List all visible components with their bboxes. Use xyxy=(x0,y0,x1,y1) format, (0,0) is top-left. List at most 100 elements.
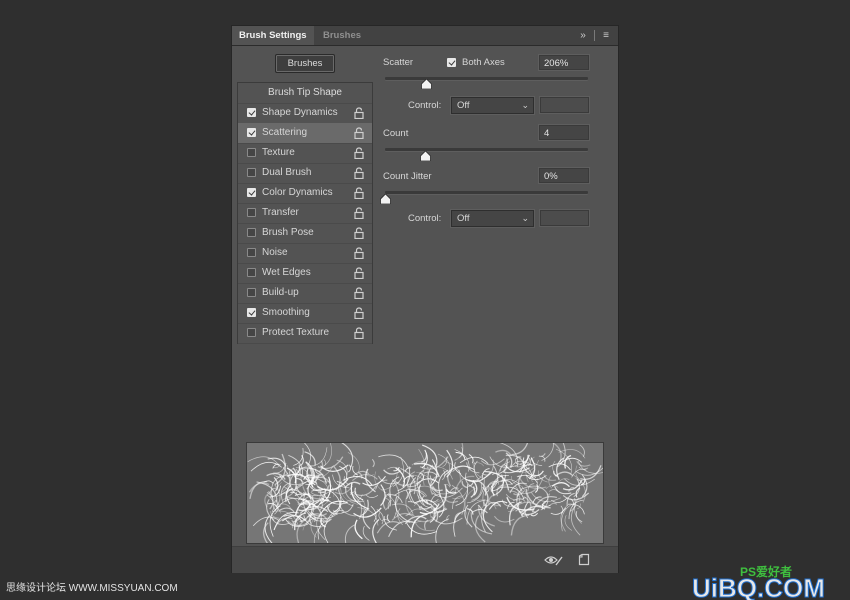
create-new-preset-icon[interactable] xyxy=(578,553,590,566)
hamburger-menu-icon[interactable]: ≡ xyxy=(599,29,613,42)
option-checkbox[interactable] xyxy=(247,128,256,137)
brush-hair-stroke xyxy=(386,514,391,523)
brush-hair-stroke xyxy=(296,518,308,547)
lock-icon[interactable] xyxy=(353,267,365,279)
brush-hair-stroke xyxy=(493,515,515,523)
option-label: Transfer xyxy=(262,207,299,218)
brush-hair-stroke xyxy=(564,515,573,531)
jitter-control-label: Control: xyxy=(408,213,442,224)
count-slider-thumb[interactable] xyxy=(420,151,431,161)
option-checkbox[interactable] xyxy=(247,248,256,257)
list-item-noise[interactable]: Noise xyxy=(238,243,372,264)
lock-icon[interactable] xyxy=(353,107,365,119)
watermark-left: 思缘设计论坛 WWW.MISSYUAN.COM xyxy=(6,583,178,594)
brush-stroke-preview xyxy=(246,431,606,553)
brushes-button[interactable]: Brushes xyxy=(275,54,335,73)
list-item-transfer[interactable]: Transfer xyxy=(238,203,372,224)
lock-icon[interactable] xyxy=(353,327,365,339)
list-item-brush-pose[interactable]: Brush Pose xyxy=(238,223,372,244)
lock-icon[interactable] xyxy=(353,127,365,139)
tab-brushes[interactable]: Brushes xyxy=(316,26,368,45)
jitter-control-extra-field[interactable] xyxy=(540,210,589,226)
list-item-wet-edges[interactable]: Wet Edges xyxy=(238,263,372,284)
list-item-dual-brush[interactable]: Dual Brush xyxy=(238,163,372,184)
brush-hair-stroke xyxy=(344,524,355,550)
scatter-slider-track[interactable] xyxy=(385,77,588,80)
brush-hair-stroke xyxy=(453,509,466,537)
lock-icon[interactable] xyxy=(353,287,365,299)
count-jitter-slider-thumb[interactable] xyxy=(379,194,391,204)
brush-hair-stroke xyxy=(511,434,530,456)
brush-hair-stroke xyxy=(447,466,454,487)
scatter-slider-thumb[interactable] xyxy=(421,79,433,89)
visibility-toggle-icon[interactable] xyxy=(544,554,564,566)
option-label: Noise xyxy=(262,247,288,258)
option-checkbox[interactable] xyxy=(247,328,256,337)
lock-icon[interactable] xyxy=(353,247,365,259)
brush-hair-stroke xyxy=(527,477,538,494)
scatter-control-extra-field[interactable] xyxy=(540,97,589,113)
list-item-smoothing[interactable]: Smoothing xyxy=(238,303,372,324)
count-label: Count xyxy=(383,128,409,139)
brush-hair-stroke xyxy=(468,453,474,464)
brush-tip-shape-item[interactable]: Brush Tip Shape xyxy=(238,83,372,104)
brush-hair-stroke xyxy=(549,489,558,492)
brush-hair-stroke xyxy=(293,447,304,466)
option-checkbox[interactable] xyxy=(247,268,256,277)
lock-icon[interactable] xyxy=(353,207,365,219)
list-item-shape-dynamics[interactable]: Shape Dynamics xyxy=(238,103,372,124)
count-slider-track[interactable] xyxy=(385,148,588,151)
tab-brush-settings[interactable]: Brush Settings xyxy=(232,26,314,45)
list-item-protect-texture[interactable]: Protect Texture xyxy=(238,323,372,344)
scatter-control-dropdown[interactable]: Off ⌄ xyxy=(451,97,534,114)
option-checkbox[interactable] xyxy=(247,148,256,157)
option-label: Brush Pose xyxy=(262,227,314,238)
lock-icon[interactable] xyxy=(353,227,365,239)
brush-hair-stroke xyxy=(250,461,282,472)
option-label: Protect Texture xyxy=(262,327,330,338)
panel-footer xyxy=(232,546,618,573)
lock-icon[interactable] xyxy=(353,167,365,179)
option-label: Dual Brush xyxy=(262,167,312,178)
scatter-value-field[interactable]: 206% xyxy=(539,55,589,70)
list-item-build-up[interactable]: Build-up xyxy=(238,283,372,304)
option-checkbox[interactable] xyxy=(247,308,256,317)
count-value-field[interactable]: 4 xyxy=(539,125,589,140)
count-jitter-value-field[interactable]: 0% xyxy=(539,168,589,183)
brush-hair-stroke xyxy=(558,449,586,459)
both-axes-label: Both Axes xyxy=(462,57,505,68)
list-item-texture[interactable]: Texture xyxy=(238,143,372,164)
brush-hair-stroke xyxy=(451,484,465,515)
brush-hair-stroke xyxy=(304,451,316,466)
brush-hair-stroke xyxy=(541,431,555,461)
option-checkbox[interactable] xyxy=(247,168,256,177)
brush-hair-stroke xyxy=(556,448,572,475)
option-checkbox[interactable] xyxy=(247,208,256,217)
option-checkbox[interactable] xyxy=(247,228,256,237)
both-axes-checkbox[interactable] xyxy=(447,58,456,67)
list-item-scattering[interactable]: Scattering xyxy=(238,123,372,144)
lock-icon[interactable] xyxy=(353,187,365,199)
list-item-color-dynamics[interactable]: Color Dynamics xyxy=(238,183,372,204)
scatter-control-label: Control: xyxy=(408,100,442,111)
brush-hair-stroke xyxy=(421,452,427,463)
count-jitter-slider-track[interactable] xyxy=(385,191,588,194)
brush-hair-stroke xyxy=(348,464,351,473)
lock-icon[interactable] xyxy=(353,307,365,319)
brush-hair-stroke xyxy=(323,459,326,467)
brush-hair-stroke xyxy=(296,478,303,484)
brush-hair-stroke xyxy=(325,510,344,525)
option-checkbox[interactable] xyxy=(247,288,256,297)
option-checkbox[interactable] xyxy=(247,188,256,197)
brush-hair-stroke xyxy=(579,444,585,458)
brush-hair-stroke xyxy=(256,481,278,503)
option-label: Build-up xyxy=(262,287,299,298)
option-label: Scattering xyxy=(262,127,308,138)
jitter-control-value: Off xyxy=(457,213,470,224)
double-chevron-icon[interactable]: » xyxy=(576,29,590,42)
brush-settings-panel: Brush Settings Brushes » ≡ Brushes Brush… xyxy=(232,26,618,573)
jitter-control-dropdown[interactable]: Off ⌄ xyxy=(451,210,534,227)
lock-icon[interactable] xyxy=(353,147,365,159)
watermark-brand-text: UiBQ.COM xyxy=(692,573,825,600)
option-checkbox[interactable] xyxy=(247,108,256,117)
